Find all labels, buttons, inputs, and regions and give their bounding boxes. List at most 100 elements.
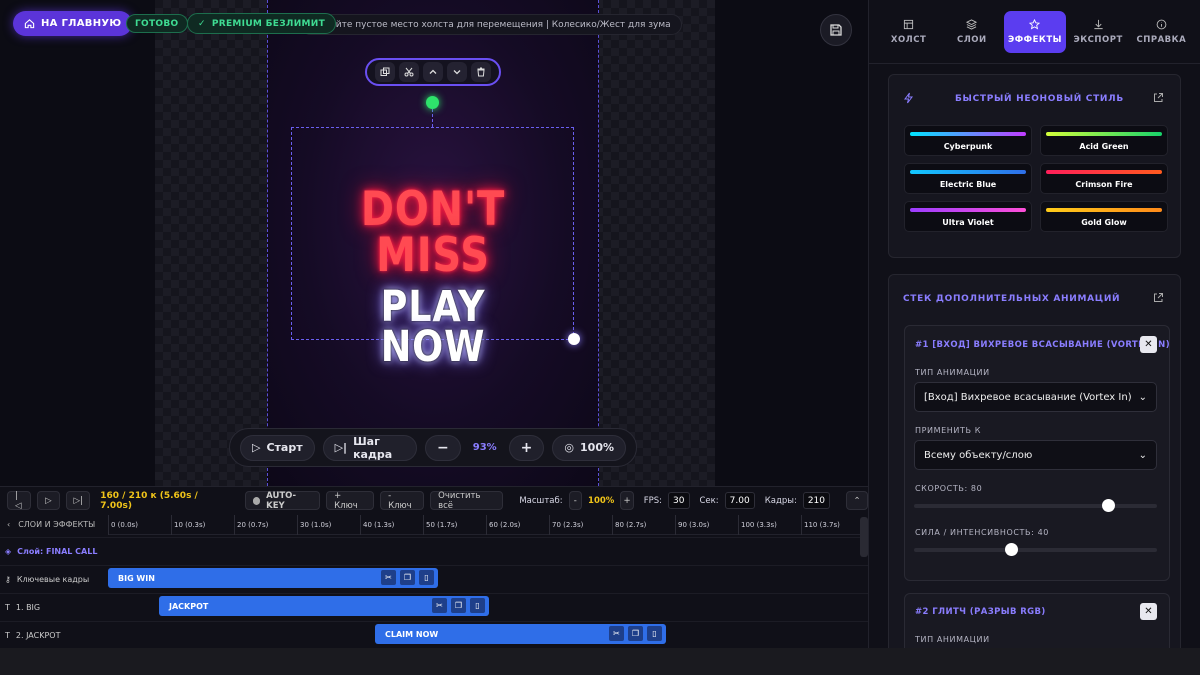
zoom-out-button[interactable]: − xyxy=(425,434,461,461)
trash-icon[interactable] xyxy=(471,62,491,82)
skip-back-button[interactable]: |◁ xyxy=(7,490,31,511)
remove-anim-1-button[interactable]: ✕ xyxy=(1140,336,1157,353)
anim-stack-title: СТЕК ДОПОЛНИТЕЛЬНЫХ АНИМАЦИЙ xyxy=(903,294,1121,304)
external-link-icon[interactable] xyxy=(1153,92,1164,103)
scale-plus-button[interactable]: + xyxy=(620,491,634,510)
preset-acid-green[interactable]: Acid Green xyxy=(1040,125,1168,156)
preset-electric-blue[interactable]: Electric Blue xyxy=(904,163,1032,194)
clip-tools: ✂ ❐ ▯ xyxy=(381,570,434,585)
timeline-clip[interactable]: BIG WIN ✂ ❐ ▯ xyxy=(108,568,438,588)
track-row[interactable]: T 1. BIG JACKPOT ✂ ❐ ▯ xyxy=(0,593,868,621)
intensity-slider[interactable] xyxy=(914,543,1157,556)
duplicate-icon[interactable]: ❐ xyxy=(628,626,643,641)
remove-key-button[interactable]: - Ключ xyxy=(380,491,425,511)
preset-gold-glow[interactable]: Gold Glow xyxy=(1040,201,1168,232)
preset-crimson-fire[interactable]: Crimson Fire xyxy=(1040,163,1168,194)
skip-forward-button[interactable]: ▷| xyxy=(66,491,91,510)
preset-cyberpunk[interactable]: Cyberpunk xyxy=(904,125,1032,156)
text-line-now[interactable]: NOW xyxy=(292,322,574,372)
canvas-workspace[interactable]: DON'T MISS PLAY NOW НА ГЛАВНУЮ ГОТОВО жи… xyxy=(0,0,868,486)
chevron-down-icon[interactable] xyxy=(447,62,467,82)
autokey-label: AUTO-KEY xyxy=(266,490,297,511)
sec-input[interactable]: 7.00 xyxy=(724,492,755,509)
split-icon[interactable]: ▯ xyxy=(419,570,434,585)
scale-minus-button[interactable]: - xyxy=(568,491,583,510)
layers-header[interactable]: ‹ СЛОИ И ЭФФЕКТЫ xyxy=(7,520,95,529)
preset-label: Gold Glow xyxy=(1081,218,1127,227)
anim-type-select[interactable]: [Вход] Вихревое всасывание (Vortex In) ⌄ xyxy=(914,382,1157,412)
autokey-button[interactable]: AUTO-KEY xyxy=(244,490,321,511)
scale-value: 100% xyxy=(588,495,615,506)
ruler-tick: 80 (2.7s) xyxy=(612,515,646,535)
playback-bar: ▷ Старт ▷| Шаг кадра − 93% + ◎ 100% xyxy=(229,428,637,467)
text-icon: T xyxy=(5,603,10,612)
intensity-label: СИЛА / ИНТЕНСИВНОСТЬ: 40 xyxy=(915,528,1049,537)
frames-input[interactable]: 210 xyxy=(802,492,830,509)
track-row[interactable]: ⚷ Ключевые кадры BIG WIN ✂ ❐ ▯ xyxy=(0,565,868,593)
anim-type-value: [Вход] Вихревое всасывание (Vortex In) xyxy=(924,391,1132,403)
split-icon[interactable]: ▯ xyxy=(647,626,662,641)
target-icon: ◎ xyxy=(564,441,575,454)
skip-back-icon: |◁ xyxy=(15,490,22,511)
fit-zoom-button[interactable]: ◎ 100% xyxy=(552,434,626,461)
canvas-icon xyxy=(904,19,914,29)
ruler-tick: 20 (0.7s) xyxy=(234,515,268,535)
zoom-in-button[interactable]: + xyxy=(508,434,545,461)
speed-slider-thumb[interactable] xyxy=(1101,499,1115,512)
time-ruler[interactable]: 0 (0.0s) 10 (0.3s) 20 (0.7s) 30 (1.0s) 4… xyxy=(108,515,860,535)
collapse-timeline-button[interactable]: ⌃ xyxy=(846,491,868,510)
anim-item-2-title: #2 ГЛИТЧ (РАЗРЫВ RGB) xyxy=(915,607,1046,617)
split-icon[interactable]: ▯ xyxy=(470,598,485,613)
add-key-button[interactable]: + Ключ xyxy=(326,491,375,511)
tab-canvas[interactable]: ХОЛСТ xyxy=(878,11,940,53)
apply-to-select[interactable]: Всему объекту/слою ⌄ xyxy=(914,440,1157,470)
speed-slider[interactable] xyxy=(914,499,1157,512)
layers-icon xyxy=(966,18,978,30)
ruler-tick: 10 (0.3s) xyxy=(171,515,205,535)
cut-icon[interactable]: ✂ xyxy=(381,570,396,585)
duplicate-icon[interactable]: ❐ xyxy=(451,598,466,613)
timeline-clip[interactable]: CLAIM NOW ✂ ❐ ▯ xyxy=(375,624,666,644)
preset-swatch xyxy=(910,132,1026,136)
clear-all-button[interactable]: Очистить всё xyxy=(430,491,504,511)
tab-layers[interactable]: СЛОИ xyxy=(941,11,1003,53)
duplicate-icon[interactable] xyxy=(375,62,395,82)
tab-label: ЭКСПОРТ xyxy=(1073,34,1123,45)
timeline-scrollbar[interactable] xyxy=(860,517,868,557)
cut-icon[interactable] xyxy=(399,62,419,82)
external-link-icon[interactable] xyxy=(1153,292,1164,303)
remove-anim-2-button[interactable]: ✕ xyxy=(1140,603,1157,620)
tab-effects[interactable]: ЭФФЕКТЫ xyxy=(1003,10,1066,53)
start-button[interactable]: ▷ Старт xyxy=(240,434,315,461)
rotate-handle[interactable] xyxy=(426,96,439,109)
ruler-tick: 50 (1.7s) xyxy=(423,515,457,535)
duplicate-icon[interactable]: ❐ xyxy=(400,570,415,585)
timeline-clip[interactable]: JACKPOT ✂ ❐ ▯ xyxy=(159,596,489,616)
step-frame-button[interactable]: ▷| Шаг кадра xyxy=(322,434,417,461)
track-name: Ключевые кадры xyxy=(16,575,90,584)
track-row[interactable]: T 2. JACKPOT CLAIM NOW ✂ ❐ ▯ xyxy=(0,621,868,649)
ruler-tick: 30 (1.0s) xyxy=(297,515,331,535)
save-button[interactable] xyxy=(820,14,852,46)
anim-item-1-title: #1 [ВХОД] ВИХРЕВОЕ ВСАСЫВАНИЕ (VORTEX IN… xyxy=(915,340,1170,350)
panel-tabs: ХОЛСТ СЛОИ ЭФФЕКТЫ ЭКСПОРТ СПРАВКА xyxy=(869,0,1200,64)
scale-label: Масштаб: xyxy=(519,495,563,506)
fps-input[interactable]: 30 xyxy=(668,492,690,509)
home-button[interactable]: НА ГЛАВНУЮ xyxy=(13,11,133,36)
text-line-miss[interactable]: MISS xyxy=(292,228,574,283)
tab-export[interactable]: ЭКСПОРТ xyxy=(1067,11,1129,53)
tab-help[interactable]: СПРАВКА xyxy=(1130,11,1192,53)
layer-row[interactable]: ◈ Слой: FINAL CALL xyxy=(0,537,868,565)
cut-icon[interactable]: ✂ xyxy=(609,626,624,641)
sec-label: Сек: xyxy=(699,495,719,506)
cut-icon[interactable]: ✂ xyxy=(432,598,447,613)
canvas-hint: живайте пустое место холста для перемеще… xyxy=(300,14,682,35)
preset-label: Cyberpunk xyxy=(943,142,993,151)
preset-ultra-violet[interactable]: Ultra Violet xyxy=(904,201,1032,232)
clip-tools: ✂ ❐ ▯ xyxy=(432,598,485,613)
play-button[interactable]: ▷ xyxy=(36,491,61,510)
fit-label: 100% xyxy=(580,441,614,454)
intensity-slider-thumb[interactable] xyxy=(1004,543,1018,556)
chevron-up-icon[interactable] xyxy=(423,62,443,82)
scale-handle[interactable] xyxy=(568,333,580,345)
